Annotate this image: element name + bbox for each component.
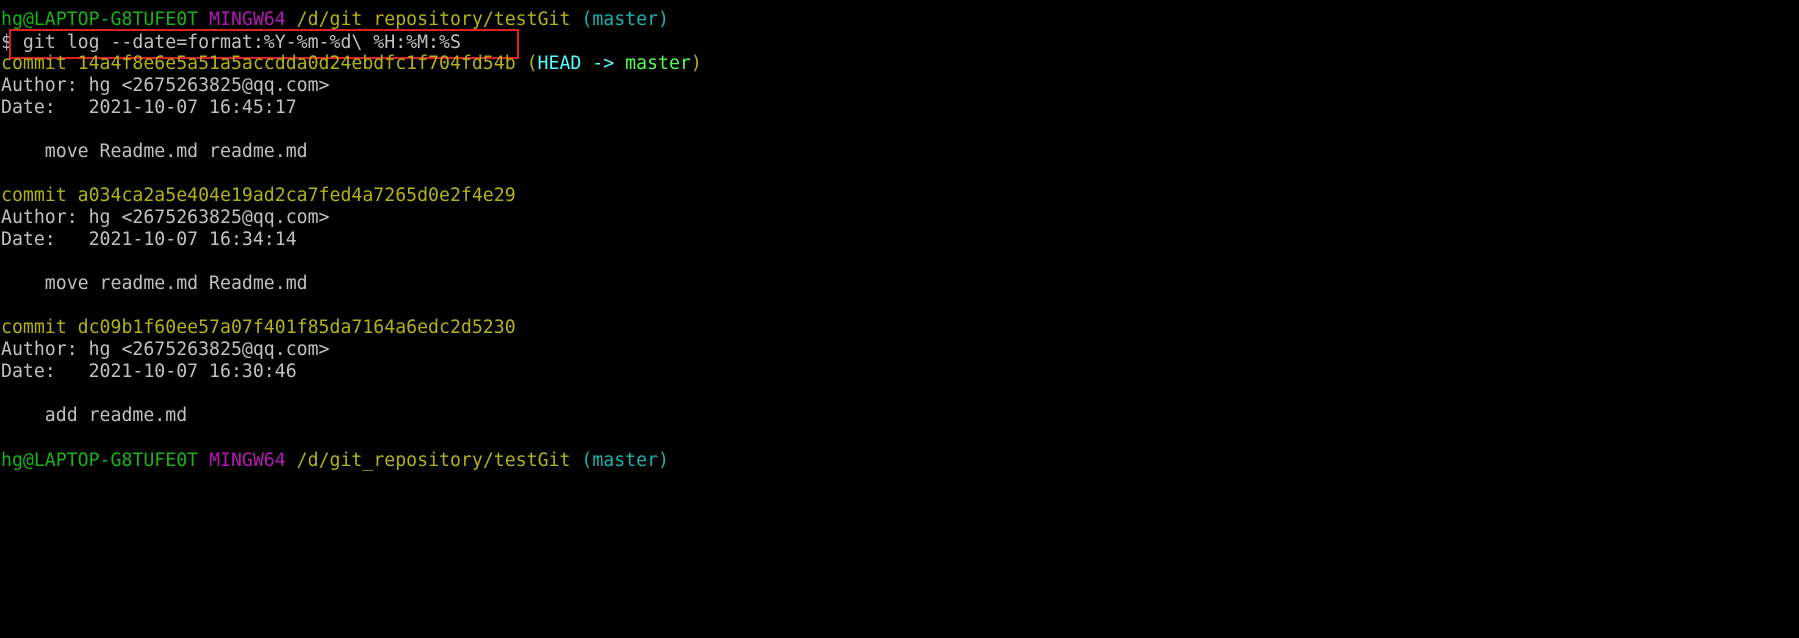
- commit-author: Author: hg <2675263825@qq.com>: [1, 339, 330, 360]
- commit-author: Author: hg <2675263825@qq.com>: [1, 75, 330, 96]
- prompt-branch: (master): [581, 9, 669, 30]
- commit-message: move readme.md Readme.md: [1, 273, 308, 294]
- commit-author: Author: hg <2675263825@qq.com>: [1, 207, 330, 228]
- prompt-shell: MINGW64: [209, 9, 286, 30]
- prompt-path: /d/git_repository/testGit: [296, 9, 571, 30]
- terminal-window[interactable]: hg@LAPTOP-G8TUFE0T MINGW64 /d/git_reposi…: [0, 0, 1799, 473]
- commit-date: Date: 2021-10-07 16:30:46: [1, 361, 297, 382]
- prompt-user-host: hg@LAPTOP-G8TUFE0T: [1, 9, 199, 30]
- commit-date: Date: 2021-10-07 16:45:17: [1, 97, 297, 118]
- prompt-user-host: hg@LAPTOP-G8TUFE0T: [1, 450, 199, 471]
- prompt-line-top: hg@LAPTOP-G8TUFE0T MINGW64 /d/git_reposi…: [1, 9, 669, 31]
- commit-hash: commit a034ca2a5e404e19ad2ca7fed4a7265d0…: [1, 185, 516, 206]
- commit-line: commit 14a4f8e6e5a51a5accdda0d24ebdfc1f7…: [1, 53, 702, 75]
- commit-hash: commit dc09b1f60ee57a07f401f85da7164a6ed…: [1, 317, 516, 338]
- refs-open-paren: (: [526, 53, 538, 74]
- refs-close-paren: ): [690, 53, 702, 74]
- commit-message: add readme.md: [1, 405, 188, 426]
- prompt-path: /d/git_repository/testGit: [296, 450, 571, 471]
- commit-message: move Readme.md readme.md: [1, 141, 308, 162]
- prompt-branch: (master): [581, 450, 669, 471]
- commit-hash: commit 14a4f8e6e5a51a5accdda0d24ebdfc1f7…: [1, 53, 516, 74]
- prompt-shell: MINGW64: [209, 450, 286, 471]
- commit-date: Date: 2021-10-07 16:34:14: [1, 229, 297, 250]
- prompt-line-bottom: hg@LAPTOP-G8TUFE0T MINGW64 /d/git_reposi…: [1, 450, 669, 472]
- head-ref: HEAD ->: [537, 53, 626, 74]
- branch-ref: master: [625, 53, 691, 74]
